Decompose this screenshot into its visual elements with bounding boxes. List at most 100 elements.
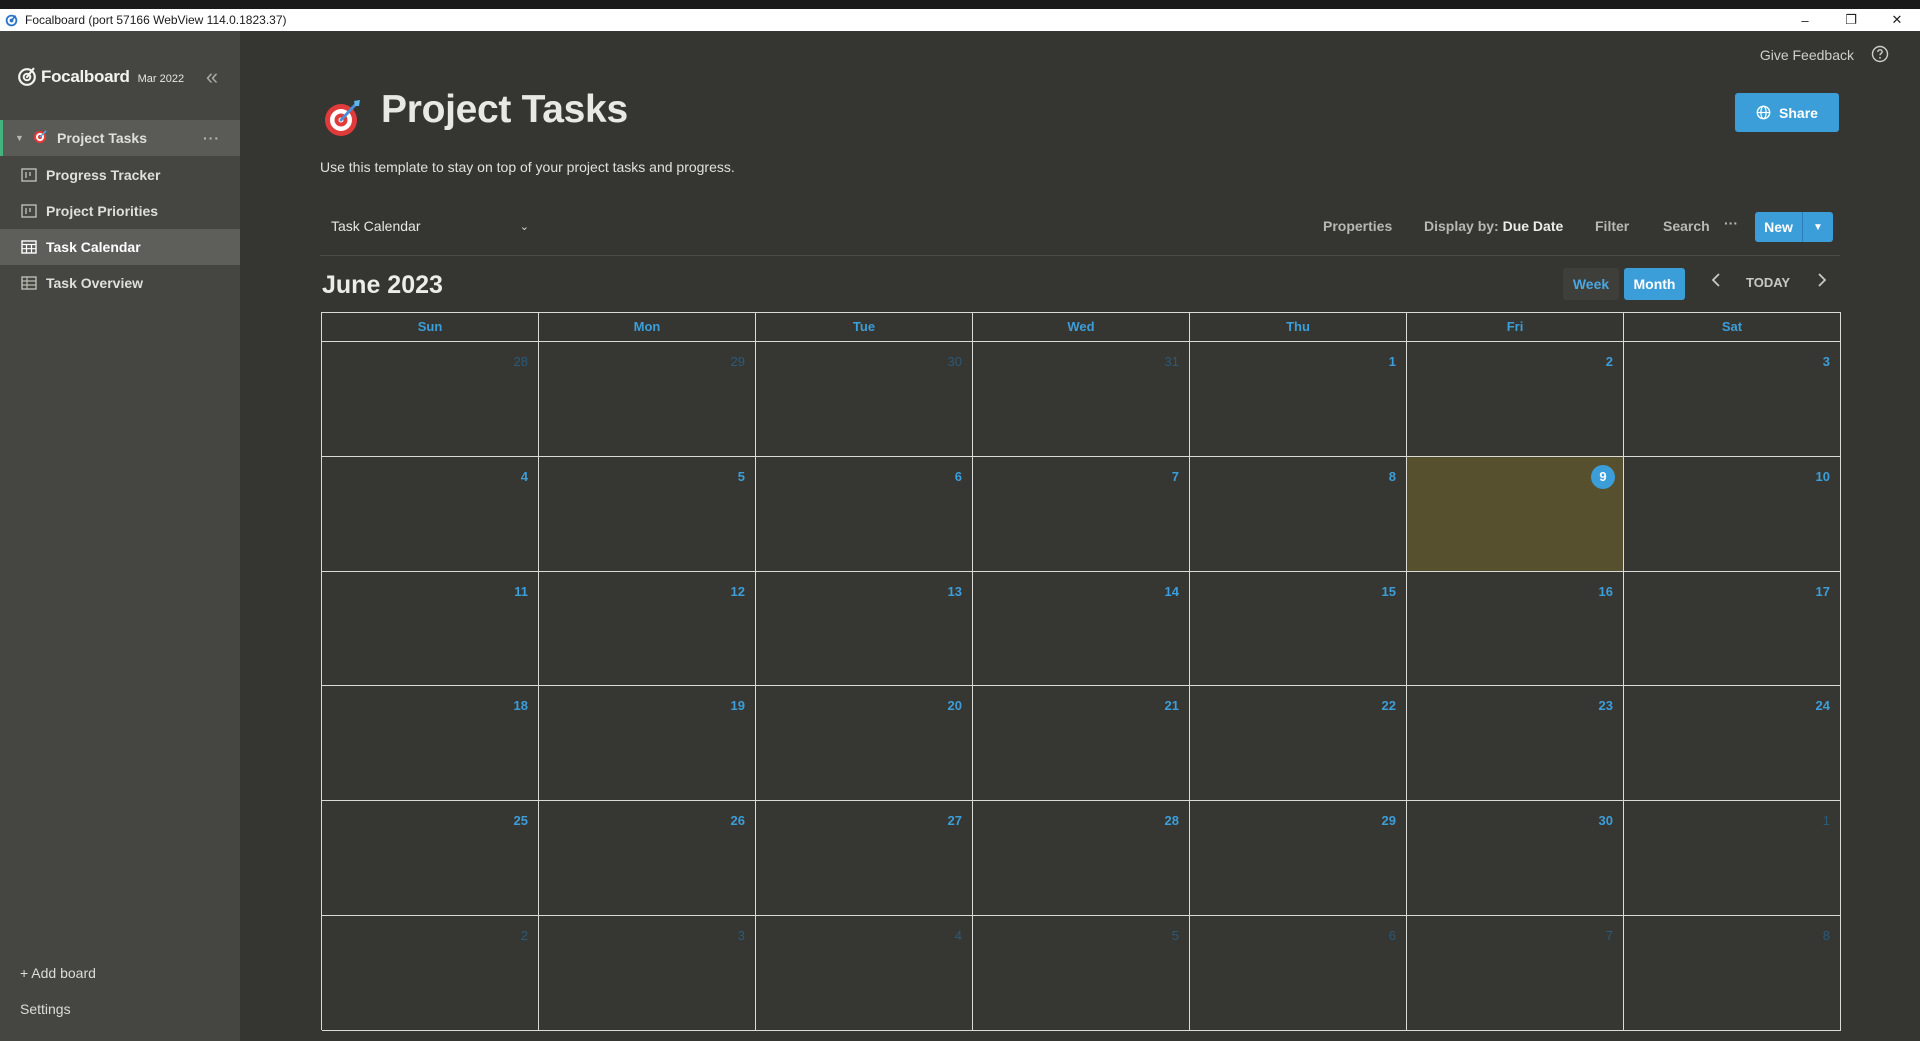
sidebar-item-task-calendar[interactable]: Task Calendar [0, 229, 240, 265]
day-number: 8 [1822, 927, 1830, 943]
day-number: 6 [1388, 927, 1396, 943]
calendar-day-cell[interactable]: 22 [1190, 686, 1407, 802]
give-feedback-link[interactable]: Give Feedback [1760, 47, 1854, 63]
brand[interactable]: Focalboard Mar 2022 [16, 66, 184, 88]
minimize-button[interactable]: – [1782, 9, 1828, 31]
calendar-day-cell[interactable]: 13 [756, 571, 973, 687]
day-number: 1 [1822, 813, 1830, 829]
day-number: 7 [1171, 468, 1179, 484]
calendar-day-cell[interactable]: 1 [1624, 801, 1841, 916]
calendar-day-cell[interactable]: 26 [539, 801, 756, 916]
calendar-day-cell[interactable]: 8 [1624, 915, 1841, 1031]
prev-month-icon[interactable] [1710, 271, 1722, 294]
calendar-day-cell[interactable]: 14 [973, 571, 1190, 687]
calendar-day-cell[interactable]: 3 [1624, 342, 1841, 457]
day-number: 26 [730, 813, 745, 829]
calendar-day-cell[interactable]: 2 [322, 915, 539, 1031]
calendar-day-cell[interactable]: 6 [1190, 915, 1407, 1031]
calendar-day-cell[interactable]: 24 [1624, 686, 1841, 802]
share-button[interactable]: Share [1735, 93, 1839, 132]
calendar-day-cell[interactable]: 27 [756, 801, 973, 916]
calendar-day-cell[interactable]: 1 [1190, 342, 1407, 457]
calendar-day-cell[interactable]: 21 [973, 686, 1190, 802]
window-title: Focalboard (port 57166 WebView 114.0.182… [25, 13, 287, 27]
day-number: 4 [520, 468, 528, 484]
view-selector[interactable]: Task Calendar ⌄ [331, 218, 529, 234]
sidebar: Focalboard Mar 2022 « ▼ Project Tasks ··… [0, 31, 240, 1041]
calendar-day-cell[interactable]: 15 [1190, 571, 1407, 687]
day-number: 23 [1598, 698, 1613, 714]
calendar-day-cell[interactable]: 5 [539, 456, 756, 572]
properties-button[interactable]: Properties [1323, 218, 1392, 234]
calendar-day-cell[interactable]: 6 [756, 456, 973, 572]
day-number: 29 [730, 354, 745, 369]
month-calendar-grid: Sun Mon Tue Wed Thu Fri Sat 28 29 30 31 1 2 3 4 5 6 7 8 9 1… [321, 312, 1841, 1031]
calendar-day-cell[interactable]: 31 [973, 342, 1190, 457]
calendar-day-cell[interactable]: 29 [1190, 801, 1407, 916]
calendar-day-cell[interactable]: 17 [1624, 571, 1841, 687]
calendar-day-cell[interactable]: 3 [539, 915, 756, 1031]
month-title: June 2023 [322, 271, 443, 299]
collapse-sidebar-icon[interactable]: « [200, 66, 224, 88]
calendar-day-cell[interactable]: 19 [539, 686, 756, 802]
calendar-day-cell[interactable]: 4 [756, 915, 973, 1031]
calendar-day-cell[interactable]: 7 [973, 456, 1190, 572]
calendar-day-cell[interactable]: 28 [322, 342, 539, 457]
calendar-day-cell[interactable]: 18 [322, 686, 539, 802]
chevron-down-icon[interactable]: ▼ [1803, 212, 1833, 242]
add-board-button[interactable]: + Add board [20, 965, 96, 981]
sidebar-board-project-tasks[interactable]: ▼ Project Tasks ··· [0, 120, 240, 156]
calendar-day-cell[interactable]: 30 [756, 342, 973, 457]
calendar-day-cell[interactable]: 12 [539, 571, 756, 687]
settings-button[interactable]: Settings [20, 1001, 71, 1017]
filter-button[interactable]: Filter [1595, 218, 1629, 234]
calendar-day-cell[interactable]: 8 [1190, 456, 1407, 572]
calendar-day-cell[interactable]: 11 [322, 571, 539, 687]
calendar-day-cell[interactable]: 30 [1407, 801, 1624, 916]
week-view-button[interactable]: Week [1563, 268, 1619, 300]
more-options-icon[interactable]: ··· [1724, 215, 1738, 231]
calendar-day-cell[interactable]: 4 [322, 456, 539, 572]
chevron-down-icon[interactable]: ▼ [15, 133, 29, 143]
calendar-day-cell[interactable]: 20 [756, 686, 973, 802]
calendar-day-cell[interactable]: 23 [1407, 686, 1624, 802]
new-button-label[interactable]: New [1755, 212, 1803, 242]
target-emoji-icon [33, 129, 49, 147]
next-month-icon[interactable] [1816, 271, 1828, 294]
day-number: 30 [947, 354, 962, 369]
calendar-weeks: 28 29 30 31 1 2 3 4 5 6 7 8 9 10 11 12 13 14 15 16 17 18 19 20 2… [322, 342, 1841, 1031]
close-window-button[interactable]: ✕ [1874, 9, 1920, 31]
sidebar-item-project-priorities[interactable]: Project Priorities [0, 193, 240, 229]
calendar-day-cell[interactable]: 2 [1407, 342, 1624, 457]
day-number: 1 [1388, 354, 1396, 369]
target-emoji-icon[interactable] [322, 96, 364, 138]
calendar-day-cell[interactable]: 5 [973, 915, 1190, 1031]
calendar-day-cell[interactable]: 25 [322, 801, 539, 916]
search-button[interactable]: Search [1663, 218, 1710, 234]
sidebar-item-progress-tracker[interactable]: Progress Tracker [0, 157, 240, 193]
restore-button[interactable]: ❐ [1828, 9, 1874, 31]
sidebar-item-task-overview[interactable]: Task Overview [0, 265, 240, 301]
calendar-day-cell-today[interactable]: 9 [1407, 456, 1624, 572]
day-number: 15 [1381, 583, 1396, 599]
today-button[interactable]: TODAY [1746, 275, 1790, 290]
board-description[interactable]: Use this template to stay on top of your… [320, 159, 735, 175]
board-options-icon[interactable]: ··· [203, 130, 220, 146]
day-number: 4 [954, 927, 962, 943]
globe-icon [1756, 105, 1771, 120]
display-by-button[interactable]: Display by: Due Date [1424, 218, 1563, 234]
help-icon[interactable] [1871, 45, 1889, 63]
day-number: 5 [1171, 927, 1179, 943]
calendar-day-cell[interactable]: 28 [973, 801, 1190, 916]
new-card-button[interactable]: New ▼ [1755, 212, 1833, 242]
calendar-day-cell[interactable]: 16 [1407, 571, 1624, 687]
focalboard-logo-icon [18, 67, 36, 86]
calendar-day-cell[interactable]: 10 [1624, 456, 1841, 572]
calendar-day-cell[interactable]: 29 [539, 342, 756, 457]
day-number: 28 [1164, 813, 1179, 829]
month-view-button[interactable]: Month [1624, 268, 1685, 300]
calendar-day-cell[interactable]: 7 [1407, 915, 1624, 1031]
page-title[interactable]: Project Tasks [381, 88, 628, 132]
day-of-week-header: Thu [1190, 313, 1407, 342]
day-of-week-header: Tue [756, 313, 973, 342]
